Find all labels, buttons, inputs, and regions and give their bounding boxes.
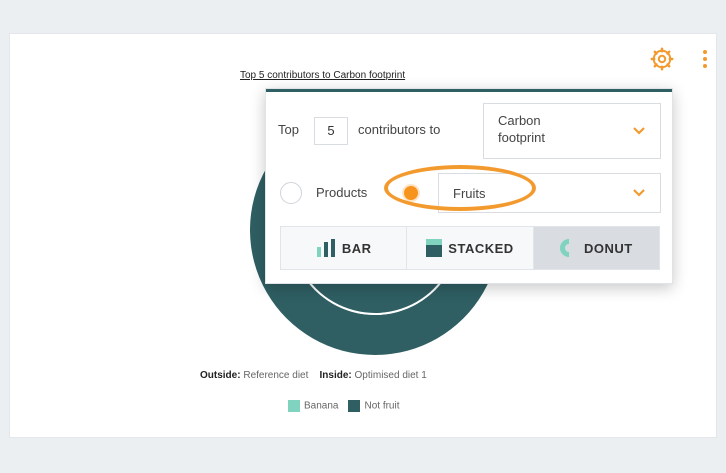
outside-value: Reference diet	[243, 370, 309, 381]
inside-value: Optimised diet 1	[354, 370, 427, 381]
tab-bar-label: BAR	[341, 240, 372, 256]
category-row: Products Fruits	[278, 165, 662, 213]
chart-settings-panel: Top 5 contributors to Carbon footprint P…	[265, 88, 673, 284]
chevron-down-icon	[633, 127, 645, 135]
top-count-input[interactable]: 5	[314, 117, 348, 145]
donut-chart-icon	[559, 239, 578, 257]
top-label: Top	[278, 122, 299, 137]
gear-icon[interactable]	[650, 47, 674, 71]
bar-chart-icon	[316, 239, 335, 257]
inside-label: Inside:	[319, 370, 352, 381]
tab-stacked[interactable]: STACKED	[407, 227, 534, 269]
tab-bar[interactable]: BAR	[281, 227, 408, 269]
ring-legend: Outside: Reference diet Inside: Optimise…	[200, 370, 427, 381]
panel-accent-bar	[266, 89, 672, 92]
products-radio[interactable]	[280, 182, 302, 204]
contributors-to-label: contributors to	[358, 122, 441, 137]
legend-item-not-fruit: Not fruit	[348, 400, 400, 412]
kebab-menu-icon[interactable]	[700, 48, 710, 70]
legend-swatch	[348, 400, 361, 412]
chart-type-toggle: BAR STACKED DONUT	[280, 226, 660, 270]
annotation-highlight-ellipse	[384, 165, 536, 211]
chart-title: Top 5 contributors to Carbon footprint	[240, 70, 406, 81]
stacked-chart-icon	[426, 239, 443, 257]
legend-label: Banana	[304, 400, 339, 412]
metric-select-value: Carbon footprint	[498, 113, 545, 145]
chevron-down-icon	[633, 189, 645, 197]
top-contributors-row: Top 5 contributors to Carbon footprint	[278, 103, 662, 159]
legend-item-banana: Banana	[288, 400, 338, 412]
tab-stacked-label: STACKED	[448, 240, 514, 256]
outside-label: Outside:	[200, 370, 241, 381]
legend-swatch	[288, 400, 300, 412]
series-legend: Banana Not fruit	[288, 400, 400, 412]
tab-donut-label: DONUT	[583, 240, 633, 256]
legend-label: Not fruit	[364, 400, 400, 412]
products-label: Products	[316, 185, 368, 200]
tab-donut[interactable]: DONUT	[533, 227, 659, 269]
page-header-strip	[9, 13, 717, 33]
metric-select[interactable]: Carbon footprint	[483, 103, 661, 159]
